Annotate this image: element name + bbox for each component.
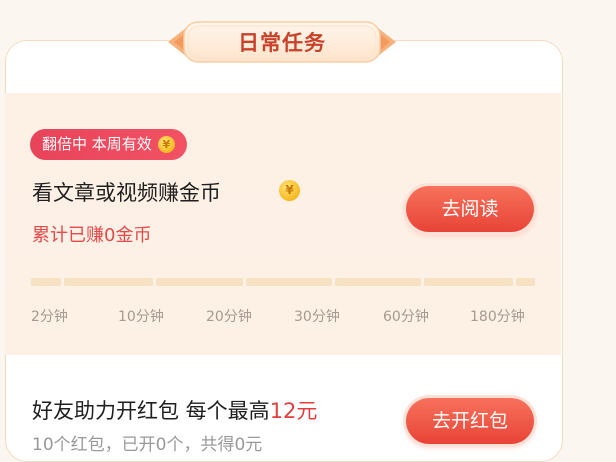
open-red-packet-button[interactable]: 去开红包 <box>406 398 534 444</box>
go-read-button[interactable]: 去阅读 <box>406 186 534 232</box>
progress-segment <box>246 278 332 286</box>
milestone-label: 20分钟 <box>206 309 252 325</box>
friend-task-title-text: 好友助力开红包 每个最高 <box>32 399 270 423</box>
earned-coins-text: 累计已赚0金币 <box>32 225 152 246</box>
progress-segment <box>335 278 421 286</box>
page-title: 日常任务 <box>238 31 326 55</box>
reading-progress-bar <box>31 278 535 286</box>
milestone-label: 60分钟 <box>383 309 429 325</box>
coin-icon: ¥ <box>279 180 300 201</box>
milestone-label: 2分钟 <box>31 309 68 325</box>
progress-segment <box>31 278 61 286</box>
milestone-label: 30分钟 <box>294 309 340 325</box>
max-amount: 12元 <box>269 399 318 423</box>
progress-segment <box>516 278 535 286</box>
friend-task-subtitle: 10个红包，已开0个，共得0元 <box>32 435 263 455</box>
reading-task-title: 看文章或视频赚金币 <box>32 181 221 205</box>
header-ribbon: 日常任务 <box>164 18 400 66</box>
progress-segment <box>424 278 513 286</box>
progress-segment <box>156 278 243 286</box>
coin-icon: ¥ <box>157 136 175 153</box>
milestone-label: 10分钟 <box>118 309 164 325</box>
double-reward-badge: 翻倍中 本周有效 ¥ <box>30 129 187 160</box>
friend-task-title: 好友助力开红包 每个最高12元 <box>32 395 317 425</box>
badge-text: 翻倍中 本周有效 <box>42 135 152 153</box>
milestone-label: 180分钟 <box>470 309 525 325</box>
progress-segment <box>64 278 153 286</box>
